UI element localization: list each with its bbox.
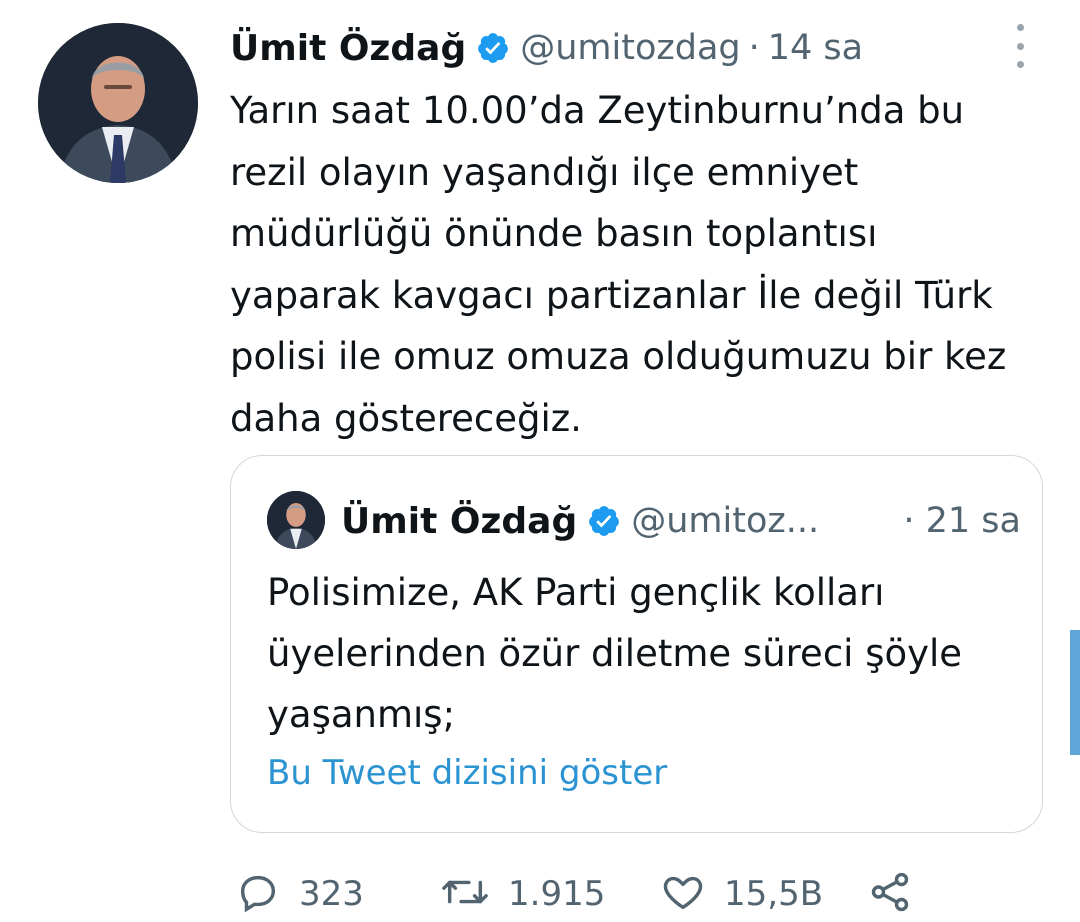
like-icon bbox=[660, 869, 706, 919]
separator-dot: · bbox=[748, 28, 760, 68]
tweet-time[interactable]: 14 sa bbox=[768, 28, 863, 68]
like-button[interactable]: 15,5B bbox=[660, 866, 823, 922]
tweet-header: Ümit Özdağ @umitozdag · 14 sa bbox=[230, 20, 863, 76]
verified-badge-icon bbox=[476, 31, 510, 65]
quoted-author-name: Ümit Özdağ bbox=[341, 500, 578, 542]
quoted-tweet-text: Polisimize, AK Parti gençlik kolları üye… bbox=[267, 571, 963, 736]
quoted-tweet-time: · 21 sa bbox=[903, 501, 1021, 541]
author-name[interactable]: Ümit Özdağ bbox=[230, 28, 466, 69]
tweet-text: Yarın saat 10.00’da Zeytinburnu’nda bu r… bbox=[230, 89, 1007, 440]
like-count: 15,5B bbox=[724, 874, 824, 914]
show-thread-link[interactable]: Bu Tweet dizisini göster bbox=[267, 753, 667, 793]
quoted-tweet-header: Ümit Özdağ @umitoz... · 21 sa bbox=[341, 494, 1021, 548]
quoted-author-avatar bbox=[267, 491, 325, 549]
author-avatar[interactable] bbox=[38, 23, 198, 183]
share-icon bbox=[867, 869, 913, 919]
scrollbar[interactable] bbox=[1070, 630, 1080, 755]
retweet-count: 1.915 bbox=[508, 874, 606, 914]
verified-badge-icon bbox=[587, 504, 621, 538]
share-button[interactable] bbox=[867, 866, 913, 922]
retweet-button[interactable]: 1.915 bbox=[440, 866, 605, 922]
more-options-icon[interactable] bbox=[1008, 24, 1032, 68]
quoted-author-handle: @umitoz... bbox=[631, 501, 820, 541]
reply-button[interactable]: 323 bbox=[235, 866, 364, 922]
reply-icon bbox=[235, 869, 281, 919]
tweet-actions: 323 1.915 15,5B bbox=[235, 866, 935, 922]
reply-count: 323 bbox=[299, 874, 364, 914]
author-handle[interactable]: @umitozdag bbox=[520, 28, 740, 68]
retweet-icon bbox=[440, 869, 490, 919]
quoted-tweet[interactable]: Ümit Özdağ @umitoz... · 21 sa Polisimize… bbox=[230, 455, 1043, 833]
